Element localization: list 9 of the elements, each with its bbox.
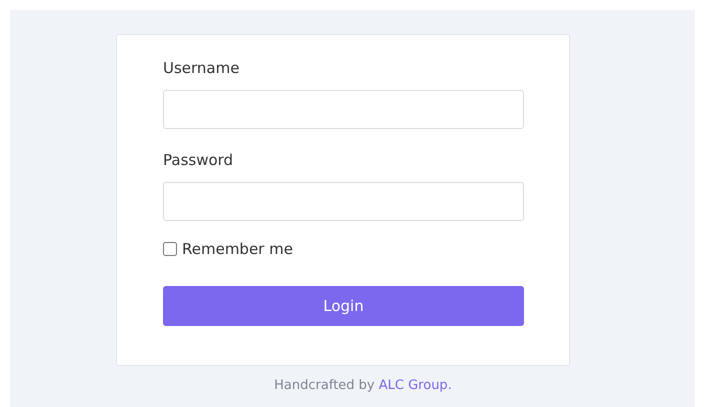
input-field[interactable] xyxy=(163,182,524,221)
field-label: Password xyxy=(163,151,234,171)
link[interactable]: ALC Group. xyxy=(378,378,452,393)
footer-text: Handcrafted by ALC Group. xyxy=(273,378,453,393)
input-field[interactable] xyxy=(163,90,524,129)
checkbox-label: Remember me xyxy=(182,240,293,258)
checkbox[interactable] xyxy=(163,242,177,256)
field-label: Username xyxy=(163,59,240,79)
login-button[interactable]: Login xyxy=(163,286,524,326)
